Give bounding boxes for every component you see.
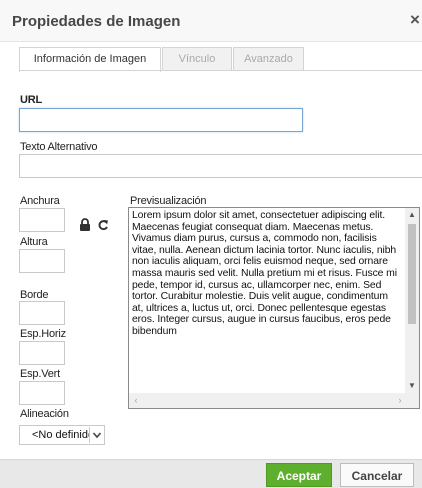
hspace-input[interactable] — [19, 341, 65, 365]
scroll-left-icon[interactable]: ‹ — [129, 393, 143, 408]
align-select[interactable]: <No definido> — [19, 425, 105, 445]
scroll-thumb[interactable] — [408, 224, 416, 324]
align-label: Alineación — [20, 408, 69, 420]
tab-link[interactable]: Vínculo — [162, 47, 232, 71]
preview-label: Previsualización — [130, 195, 207, 207]
preview-box[interactable]: Lorem ipsum dolor sit amet, consectetuer… — [128, 207, 420, 409]
alt-text-input[interactable] — [19, 154, 422, 178]
alt-text-label: Texto Alternativo — [20, 141, 98, 153]
height-label: Altura — [20, 236, 48, 248]
align-select-value: <No definido> — [32, 429, 92, 441]
hspace-label: Esp.Horiz — [20, 328, 66, 340]
height-input[interactable] — [19, 249, 65, 273]
vspace-label: Esp.Vert — [20, 368, 60, 380]
vspace-input[interactable] — [19, 381, 65, 405]
preview-text: Lorem ipsum dolor sit amet, consectetuer… — [132, 210, 397, 337]
image-properties-dialog: Propiedades de Imagen × Información de I… — [0, 0, 422, 488]
tab-divider — [19, 70, 422, 71]
tab-image-info[interactable]: Información de Imagen — [19, 47, 161, 72]
refresh-icon[interactable] — [97, 218, 109, 232]
width-input[interactable] — [19, 208, 65, 232]
tab-advanced[interactable]: Avanzado — [233, 47, 304, 71]
scroll-up-icon[interactable]: ▲ — [405, 208, 419, 222]
vertical-scrollbar[interactable]: ▲ ▼ — [405, 208, 419, 393]
lock-icon[interactable] — [79, 218, 91, 232]
cancel-button[interactable]: Cancelar — [340, 463, 414, 487]
dialog-titlebar[interactable]: Propiedades de Imagen × — [0, 0, 422, 42]
close-icon[interactable]: × — [410, 11, 422, 29]
dialog-title: Propiedades de Imagen — [12, 13, 181, 30]
scroll-down-icon[interactable]: ▼ — [405, 379, 419, 393]
width-label: Anchura — [20, 195, 60, 207]
horizontal-scrollbar[interactable]: ‹ › — [129, 393, 407, 408]
url-input[interactable] — [19, 108, 303, 132]
ok-button[interactable]: Aceptar — [266, 463, 332, 487]
border-input[interactable] — [19, 301, 65, 325]
chevron-down-icon[interactable] — [89, 427, 103, 443]
border-label: Borde — [20, 289, 49, 301]
scrollbar-corner — [405, 393, 419, 408]
url-label: URL — [20, 94, 43, 106]
